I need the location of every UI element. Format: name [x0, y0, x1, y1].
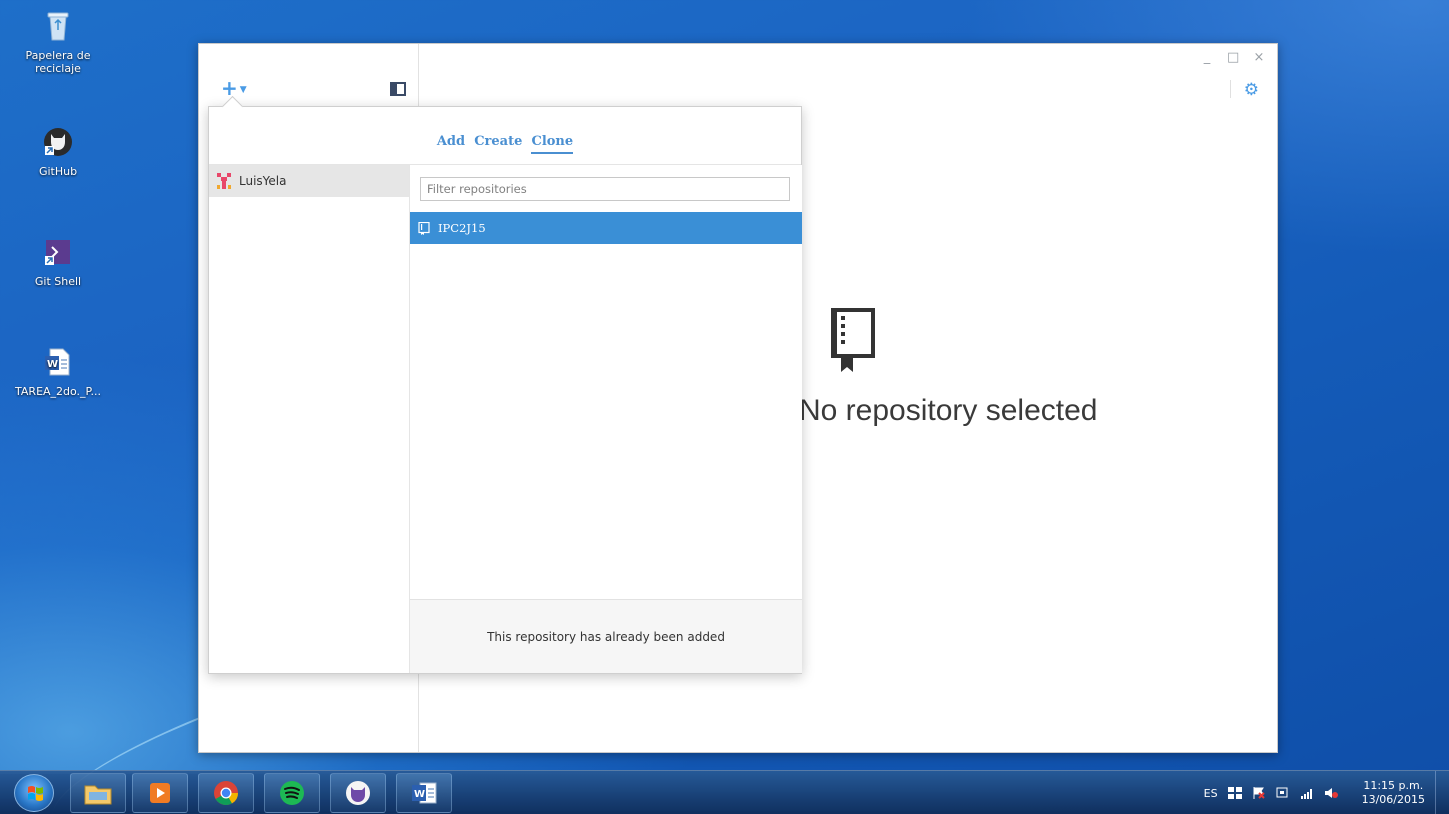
- popover-tabs: Add Create Clone: [209, 107, 801, 165]
- repositories-pane: IPC2J15 This repository has already been…: [410, 165, 802, 673]
- tab-clone[interactable]: Clone: [531, 134, 574, 154]
- accounts-list: LuisYela: [209, 165, 410, 673]
- desktop-icon-label: Git Shell: [34, 275, 82, 288]
- chevron-down-icon: ▼: [239, 84, 247, 95]
- desktop-icon-label: TAREA_2do._P...: [15, 385, 101, 398]
- svg-text:W: W: [414, 789, 425, 800]
- system-tray: ES 11:15 p.m. 13/06/2015: [1204, 771, 1425, 814]
- taskbar-spotify[interactable]: [264, 773, 320, 813]
- volume-muted-icon[interactable]: [1324, 787, 1338, 799]
- folder-icon: [84, 785, 112, 805]
- clone-status-footer: This repository has already been added: [410, 599, 802, 673]
- desktop-icon-word-document[interactable]: W TAREA_2do._P...: [10, 346, 106, 398]
- tab-create[interactable]: Create: [474, 134, 522, 152]
- user-avatar-icon: [217, 173, 231, 189]
- windows-taskbar: W ES 11:15 p.m. 13/06/2015: [0, 770, 1449, 814]
- account-name: LuisYela: [239, 174, 287, 188]
- chrome-icon: [214, 781, 238, 806]
- github-octocat-icon: [346, 781, 370, 805]
- taskbar-github[interactable]: [330, 773, 386, 813]
- repo-icon: [418, 221, 430, 235]
- desktop-icon-recycle-bin[interactable]: Papelera de reciclaje: [18, 10, 98, 75]
- desktop-icon-label: Papelera de reciclaje: [25, 49, 91, 75]
- start-button[interactable]: [14, 774, 54, 812]
- tab-add[interactable]: Add: [437, 134, 465, 152]
- maximize-button[interactable]: □: [1227, 50, 1239, 65]
- desktop-icon-label: GitHub: [38, 165, 78, 178]
- taskbar-chrome[interactable]: [198, 773, 254, 813]
- clock[interactable]: 11:15 p.m. 13/06/2015: [1362, 779, 1425, 807]
- footer-message: This repository has already been added: [487, 629, 725, 644]
- add-create-clone-popover: Add Create Clone LuisYela IPC2J15: [208, 106, 802, 674]
- clock-time: 11:15 p.m.: [1363, 779, 1424, 792]
- git-shell-icon: [45, 240, 70, 265]
- word-icon: W: [412, 782, 437, 804]
- taskbar-file-explorer[interactable]: [70, 773, 126, 813]
- empty-state-message: No repository selected: [799, 394, 1098, 427]
- github-octocat-icon: [44, 128, 72, 156]
- account-item-luisyela[interactable]: LuisYela: [209, 165, 409, 197]
- svg-text:W: W: [47, 359, 58, 370]
- taskbar-media-player[interactable]: [132, 773, 188, 813]
- language-indicator[interactable]: ES: [1204, 787, 1218, 800]
- network-signal-icon[interactable]: [1300, 787, 1314, 799]
- desktop-icon-git-shell[interactable]: Git Shell: [18, 236, 98, 288]
- minimize-button[interactable]: _: [1201, 50, 1213, 65]
- gear-icon[interactable]: ⚙: [1244, 80, 1259, 100]
- show-desktop-button[interactable]: [1435, 771, 1449, 814]
- action-center-flag-icon[interactable]: [1252, 787, 1266, 799]
- media-player-icon: [150, 783, 170, 803]
- window-controls: _ □ ×: [1201, 50, 1265, 65]
- spotify-icon: [280, 781, 304, 805]
- desktop-icon-github[interactable]: GitHub: [18, 126, 98, 178]
- taskbar-word[interactable]: W: [396, 773, 452, 813]
- windows-logo-icon: [28, 786, 43, 801]
- device-icon[interactable]: [1276, 787, 1290, 799]
- clock-date: 13/06/2015: [1361, 793, 1425, 806]
- close-button[interactable]: ×: [1253, 50, 1265, 65]
- toolbar-divider: [1230, 80, 1231, 98]
- windows-update-icon[interactable]: [1227, 787, 1242, 799]
- filter-repositories-input[interactable]: [420, 177, 790, 201]
- plus-icon: +: [221, 76, 238, 100]
- repository-item-ipc2j15[interactable]: IPC2J15: [410, 212, 802, 244]
- word-document-icon: W: [45, 348, 70, 376]
- sidebar-toggle-icon[interactable]: [390, 82, 406, 96]
- recycle-bin-icon: [47, 12, 69, 41]
- repository-name: IPC2J15: [438, 221, 486, 235]
- repository-book-icon: [831, 308, 875, 372]
